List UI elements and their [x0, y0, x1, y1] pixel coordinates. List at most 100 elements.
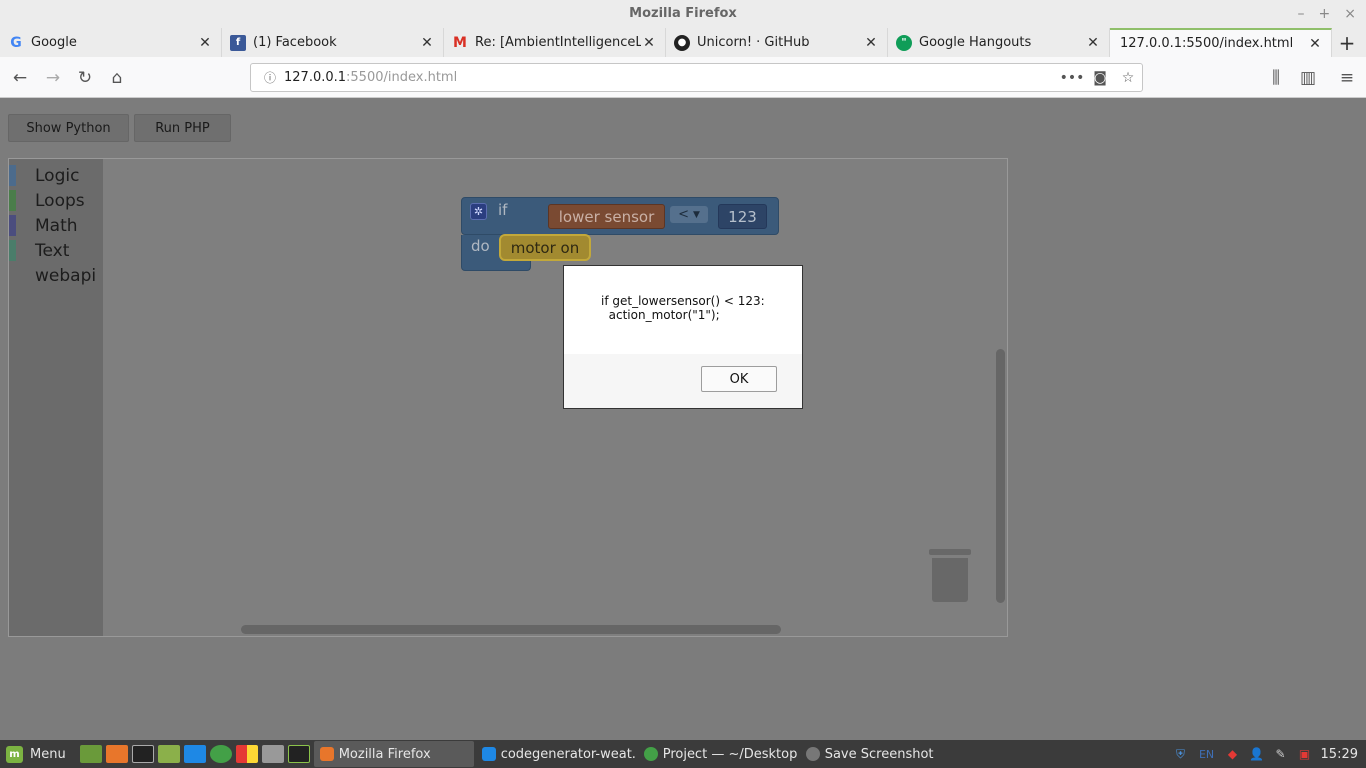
if-label: if — [498, 201, 508, 219]
task-firefox[interactable]: Mozilla Firefox — [313, 741, 474, 767]
close-tab-icon[interactable]: ✕ — [1085, 35, 1101, 51]
task-project[interactable]: Project — ~/Desktop... — [638, 741, 798, 767]
page-content: Show Python Run PHP Logic Loops Math Tex… — [0, 98, 1366, 740]
tab-gmail[interactable]: M Re: [AmbientIntelligenceLab/ ✕ — [444, 28, 666, 57]
tab-label: Unicorn! · GitHub — [697, 35, 810, 50]
hamburger-menu-icon[interactable]: ≡ — [1334, 65, 1360, 91]
chrome-launcher-icon[interactable] — [209, 745, 232, 763]
window-titlebar: Mozilla Firefox – + × — [0, 0, 1366, 28]
url-bar[interactable]: ⓘ 127.0.0.1:5500/index.html ••• ◙ ☆ — [250, 63, 1143, 92]
toolbox-category-loops[interactable]: Loops — [9, 188, 103, 213]
sidebar-icon[interactable]: ▥ — [1295, 65, 1321, 91]
compare-operator-dropdown[interactable]: < ▼ — [670, 206, 708, 223]
user-icon[interactable]: 👤 — [1249, 746, 1265, 762]
blockly-toolbox: Logic Loops Math Text webapi — [9, 159, 103, 636]
url-text[interactable]: 127.0.0.1:5500/index.html — [284, 70, 1058, 85]
home-icon[interactable]: ⌂ — [104, 65, 130, 91]
info-icon[interactable]: ⓘ — [259, 69, 281, 86]
github-icon: ● — [674, 34, 690, 51]
toolbox-category-text[interactable]: Text — [9, 238, 103, 263]
start-menu-button[interactable]: m Menu — [0, 740, 72, 768]
system-tray: ⛨ EN ◆ 👤 ✎ ▣ 15:29 — [1173, 740, 1366, 768]
back-arrow-icon[interactable]: ← — [7, 65, 33, 91]
new-tab-button[interactable]: + — [1332, 28, 1362, 57]
ok-button[interactable]: OK — [701, 366, 777, 392]
tab-bar: G Google ✕ f (1) Facebook ✕ M Re: [Ambie… — [0, 28, 1366, 57]
close-tab-icon[interactable]: ✕ — [641, 35, 657, 51]
terminal-launcher-icon[interactable] — [131, 745, 154, 763]
vscode-icon — [481, 747, 496, 761]
office-launcher-icon[interactable] — [235, 745, 258, 763]
run-php-button[interactable]: Run PHP — [134, 114, 231, 142]
tab-google[interactable]: G Google ✕ — [0, 28, 222, 57]
tab-label: (1) Facebook — [253, 35, 337, 50]
library-icon[interactable]: ⫼ — [1263, 65, 1289, 91]
gmail-icon: M — [453, 34, 467, 51]
if-block[interactable]: ✲ if lower sensor < ▼ 123 — [461, 197, 779, 235]
minimize-icon[interactable]: – — [1298, 0, 1305, 28]
category-color-bar — [9, 240, 16, 261]
pycharm-launcher-icon[interactable] — [287, 745, 310, 763]
screenshot-icon — [805, 747, 820, 761]
pen-icon[interactable]: ✎ — [1273, 746, 1289, 762]
close-tab-icon[interactable]: ✕ — [863, 35, 879, 51]
forward-arrow-icon[interactable]: → — [40, 65, 66, 91]
task-save-screenshot[interactable]: Save Screenshot — [800, 741, 960, 767]
blockly-workspace[interactable]: Logic Loops Math Text webapi ✲ if lower … — [8, 158, 1008, 637]
taskbar: m Menu Mozilla Firefox codegenerator-wea… — [0, 740, 1366, 768]
nav-toolbar: ← → ↻ ⌂ ⓘ 127.0.0.1:5500/index.html ••• … — [0, 57, 1366, 98]
firefox-icon — [319, 747, 334, 761]
tab-github[interactable]: ● Unicorn! · GitHub ✕ — [666, 28, 888, 57]
bookmark-star-icon[interactable]: ☆ — [1114, 70, 1142, 86]
close-window-icon[interactable]: × — [1344, 0, 1356, 28]
tab-localhost[interactable]: 127.0.0.1:5500/index.html ✕ — [1110, 28, 1332, 57]
project-icon — [643, 747, 658, 761]
toolbox-category-webapi[interactable]: webapi — [9, 263, 103, 288]
close-tab-icon[interactable]: ✕ — [197, 35, 213, 51]
tab-facebook[interactable]: f (1) Facebook ✕ — [222, 28, 444, 57]
close-tab-icon[interactable]: ✕ — [1307, 36, 1323, 52]
show-desktop-icon[interactable] — [79, 745, 102, 763]
vscode-launcher-icon[interactable] — [183, 745, 206, 763]
number-field[interactable]: 123 — [718, 204, 767, 229]
horizontal-scrollbar[interactable] — [241, 625, 781, 634]
trash-icon[interactable] — [929, 549, 971, 605]
battery-icon[interactable]: ▣ — [1297, 746, 1313, 762]
category-color-bar — [9, 215, 16, 236]
alert-dialog: if get_lowersensor() < 123: action_motor… — [563, 265, 803, 409]
mint-logo-icon: m — [6, 745, 23, 763]
pocket-icon[interactable]: ◙ — [1086, 70, 1114, 86]
clock[interactable]: 15:29 — [1321, 747, 1358, 762]
category-color-bar — [9, 265, 16, 286]
keyboard-layout[interactable]: EN — [1197, 746, 1217, 762]
show-python-button[interactable]: Show Python — [8, 114, 129, 142]
google-icon: G — [10, 34, 22, 51]
page-actions-icon[interactable]: ••• — [1058, 70, 1086, 86]
window-title: Mozilla Firefox — [629, 6, 737, 21]
task-vscode[interactable]: codegenerator-weat... — [476, 741, 636, 767]
lower-sensor-block[interactable]: lower sensor — [548, 204, 665, 229]
tab-hangouts[interactable]: " Google Hangouts ✕ — [888, 28, 1110, 57]
firefox-launcher-icon[interactable] — [105, 745, 128, 763]
gear-icon[interactable]: ✲ — [470, 203, 487, 220]
category-color-bar — [9, 165, 16, 186]
close-tab-icon[interactable]: ✕ — [419, 35, 435, 51]
category-color-bar — [9, 190, 16, 211]
toolbox-category-math[interactable]: Math — [9, 213, 103, 238]
database-launcher-icon[interactable] — [261, 745, 284, 763]
maximize-icon[interactable]: + — [1319, 0, 1331, 28]
network-icon[interactable]: ◆ — [1225, 746, 1241, 762]
vertical-scrollbar[interactable] — [996, 349, 1005, 603]
facebook-icon: f — [230, 34, 246, 51]
menu-label: Menu — [30, 746, 66, 762]
tab-label: Re: [AmbientIntelligenceLab/ — [475, 35, 641, 50]
tab-label: Google — [31, 35, 77, 50]
tab-label: Google Hangouts — [919, 35, 1032, 50]
motor-on-block[interactable]: motor on — [499, 234, 591, 261]
dropdown-arrow-icon: ▼ — [692, 209, 700, 220]
reload-icon[interactable]: ↻ — [72, 65, 98, 91]
do-label: do — [471, 237, 490, 255]
shield-icon[interactable]: ⛨ — [1173, 746, 1189, 762]
files-launcher-icon[interactable] — [157, 745, 180, 763]
toolbox-category-logic[interactable]: Logic — [9, 163, 103, 188]
